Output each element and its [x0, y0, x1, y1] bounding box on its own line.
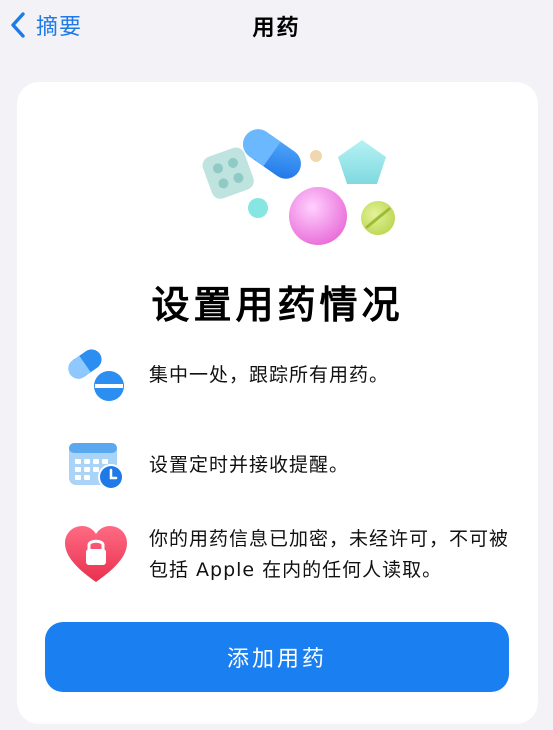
pills-icon	[63, 342, 129, 408]
feature-text-reminders: 设置定时并接收提醒。	[149, 453, 350, 476]
pentagon-pill-icon	[338, 140, 386, 184]
add-medication-button[interactable]: 添加用药	[45, 622, 509, 692]
navigation-bar: 摘要 用药	[0, 0, 553, 52]
round-pill-icon	[289, 187, 347, 245]
feature-row-track: 集中一处，跟踪所有用药。	[63, 342, 523, 408]
medication-illustration	[162, 112, 402, 262]
page-title: 用药	[252, 16, 301, 41]
feature-text-privacy: 你的用药信息已加密，未经许可，不可被包括 Apple 在内的任何人读取。	[149, 528, 510, 581]
feature-row-privacy: 你的用药信息已加密，未经许可，不可被包括 Apple 在内的任何人读取。	[63, 522, 523, 588]
scored-tablet-icon	[361, 201, 395, 235]
heart-lock-icon	[63, 522, 129, 588]
headline: 设置用药情况	[151, 283, 404, 327]
feature-text-track: 集中一处，跟踪所有用药。	[149, 363, 390, 386]
calendar-clock-icon	[63, 432, 129, 498]
feature-row-reminders: 设置定时并接收提醒。	[63, 432, 523, 498]
onboarding-card: 设置用药情况 集中一处，跟踪所有用药。 设置定时并接收提醒。 你的用药信息已加密…	[17, 82, 538, 724]
